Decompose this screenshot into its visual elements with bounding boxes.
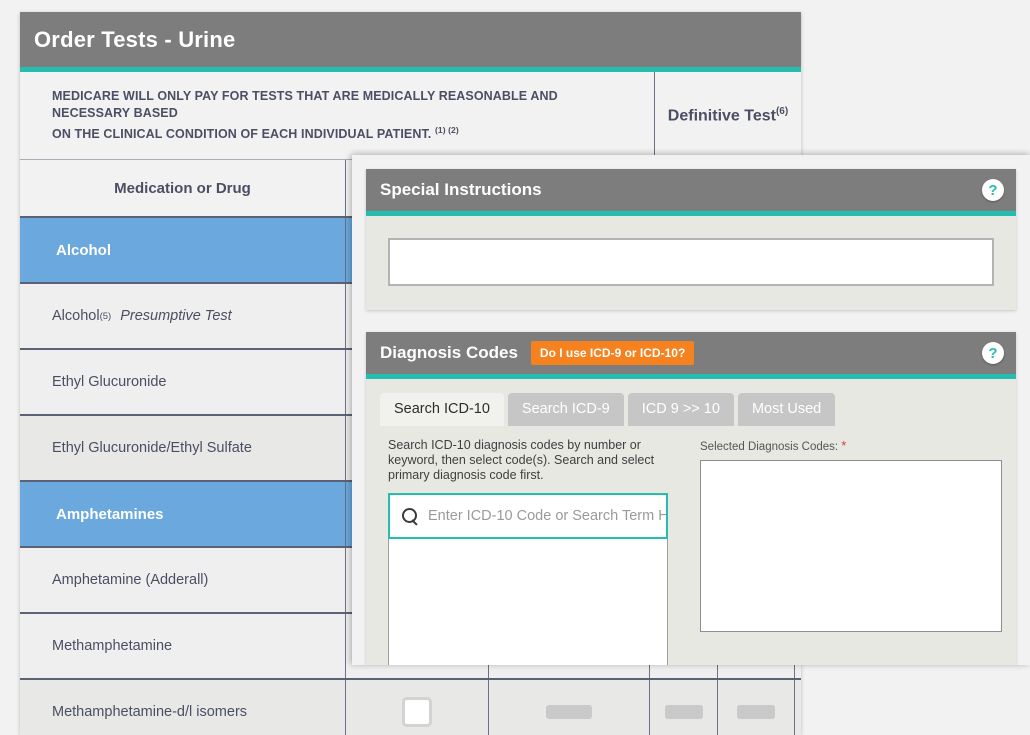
special-instructions-header: Special Instructions ?: [366, 169, 1016, 211]
med-row-label: Alcohol (5) Presumptive Test: [20, 284, 345, 348]
app-root: Order Tests - Urine MEDICARE WILL ONLY P…: [0, 0, 1030, 735]
tab-most-used[interactable]: Most Used: [737, 393, 836, 426]
order-single-cell[interactable]: [345, 680, 488, 735]
overlay-panel: Special Instructions ? Diagnosis Codes D…: [352, 155, 1030, 665]
special-instructions-title: Special Instructions: [380, 180, 542, 199]
pos-cell[interactable]: [649, 680, 717, 735]
row-spacer-cell: [794, 680, 801, 735]
order-tests-titlebar: Order Tests - Urine: [20, 12, 801, 67]
diagnosis-search-input[interactable]: [428, 508, 666, 524]
medicare-notice-line2: ON THE CLINICAL CONDITION OF EACH INDIVI…: [52, 127, 432, 142]
medicare-notice-text: MEDICARE WILL ONLY PAY FOR TESTS THAT AR…: [52, 88, 638, 143]
diagnosis-codes-body: Search ICD-10 Search ICD-9 ICD 9 >> 10 M…: [366, 379, 1016, 665]
definitive-test-header-cell: Definitive Test(6): [654, 72, 801, 160]
order-control[interactable]: [546, 705, 592, 720]
tab-search-icd-9[interactable]: Search ICD-9: [507, 393, 624, 426]
special-instructions-body: [366, 216, 1016, 310]
tab-search-icd-10[interactable]: Search ICD-10: [380, 393, 504, 426]
page-title: Order Tests - Urine: [34, 26, 236, 52]
question-mark-icon[interactable]: ?: [982, 179, 1004, 201]
definitive-test-label: Definitive Test(6): [667, 105, 789, 125]
diagnosis-codes-title: Diagnosis Codes: [380, 343, 518, 362]
order-single-checkbox[interactable]: [402, 697, 432, 728]
med-row-name: Alcohol: [52, 308, 100, 325]
diagnosis-codes-card: Diagnosis Codes Do I use ICD-9 or ICD-10…: [366, 332, 1016, 665]
med-row-label: Amphetamines: [56, 505, 164, 523]
table-row[interactable]: Methamphetamine-d/l isomers: [20, 680, 801, 735]
selected-diagnosis-column: Selected Diagnosis Codes: *: [668, 438, 1002, 665]
diagnosis-search-column: Search ICD-10 diagnosis codes by number …: [380, 438, 668, 665]
diagnosis-search-box[interactable]: [388, 493, 668, 539]
neg-cell[interactable]: [717, 680, 794, 735]
order-cell[interactable]: [488, 680, 649, 735]
diagnosis-search-help-text: Search ICD-10 diagnosis codes by number …: [388, 438, 655, 482]
med-row-subtitle: Presumptive Test: [120, 308, 232, 325]
diagnosis-tabs: Search ICD-10 Search ICD-9 ICD 9 >> 10 M…: [380, 393, 1002, 426]
diagnosis-codes-header: Diagnosis Codes Do I use ICD-9 or ICD-10…: [366, 332, 1016, 374]
medicare-notice-footnotes: (1) (2): [434, 125, 459, 135]
special-instructions-input[interactable]: [388, 238, 994, 286]
med-row-label: Ethyl Glucuronide/Ethyl Sulfate: [52, 440, 252, 457]
magnifier-icon: [402, 507, 419, 525]
diagnosis-search-panel: Search ICD-10 diagnosis codes by number …: [380, 426, 1002, 665]
neg-control[interactable]: [737, 705, 775, 720]
med-row-label: Alcohol: [56, 241, 111, 259]
definitive-test-footnote: (6): [775, 105, 789, 117]
medicare-notice-cell: MEDICARE WILL ONLY PAY FOR TESTS THAT AR…: [20, 72, 654, 159]
med-row-footnote: (5): [99, 310, 112, 322]
icd-help-badge[interactable]: Do I use ICD-9 or ICD-10?: [530, 341, 695, 365]
selected-diagnosis-box[interactable]: [700, 460, 1002, 632]
question-mark-icon[interactable]: ?: [982, 342, 1004, 364]
med-row-label: Amphetamine (Adderall): [52, 572, 209, 589]
medicare-notice-line1: MEDICARE WILL ONLY PAY FOR TESTS THAT AR…: [52, 89, 558, 120]
pos-control[interactable]: [664, 705, 703, 720]
med-row-label: Ethyl Glucuronide: [52, 374, 167, 391]
required-marker: *: [841, 438, 847, 453]
selected-diagnosis-label: Selected Diagnosis Codes: *: [700, 438, 847, 453]
diagnosis-search-results[interactable]: [388, 539, 668, 665]
med-row-label: Methamphetamine-d/l isomers: [52, 704, 248, 721]
special-instructions-card: Special Instructions ?: [366, 169, 1016, 310]
tab-icd-9-to-10[interactable]: ICD 9 >> 10: [627, 393, 734, 426]
med-row-label: Methamphetamine: [52, 638, 173, 655]
column-header-medication: Medication or Drug: [114, 179, 251, 197]
medicare-notice-row: MEDICARE WILL ONLY PAY FOR TESTS THAT AR…: [20, 72, 801, 161]
